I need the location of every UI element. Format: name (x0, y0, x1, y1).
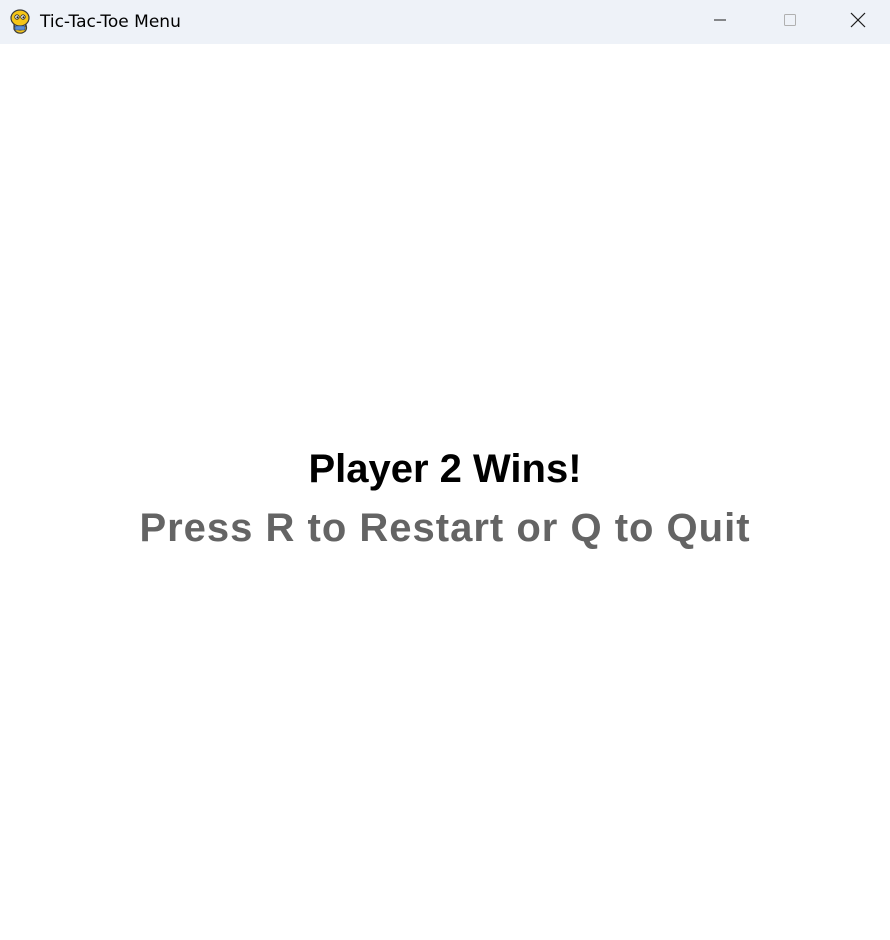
close-button[interactable] (825, 0, 890, 44)
maximize-button[interactable] (755, 0, 825, 44)
pygame-snake-icon (8, 9, 32, 35)
minimize-button[interactable] (685, 0, 755, 44)
game-canvas[interactable]: Player 2 Wins! Press R to Restart or Q t… (0, 44, 890, 940)
window-title: Tic-Tac-Toe Menu (40, 12, 181, 32)
title-bar[interactable]: Tic-Tac-Toe Menu (0, 0, 890, 44)
app-window: Tic-Tac-Toe Menu Player 2 Wins! Press R … (0, 0, 890, 940)
restart-quit-instructions: Press R to Restart or Q to Quit (139, 506, 751, 550)
minimize-icon (713, 13, 727, 32)
winner-message: Player 2 Wins! (308, 447, 582, 491)
close-icon (850, 12, 866, 33)
maximize-icon (783, 13, 797, 32)
